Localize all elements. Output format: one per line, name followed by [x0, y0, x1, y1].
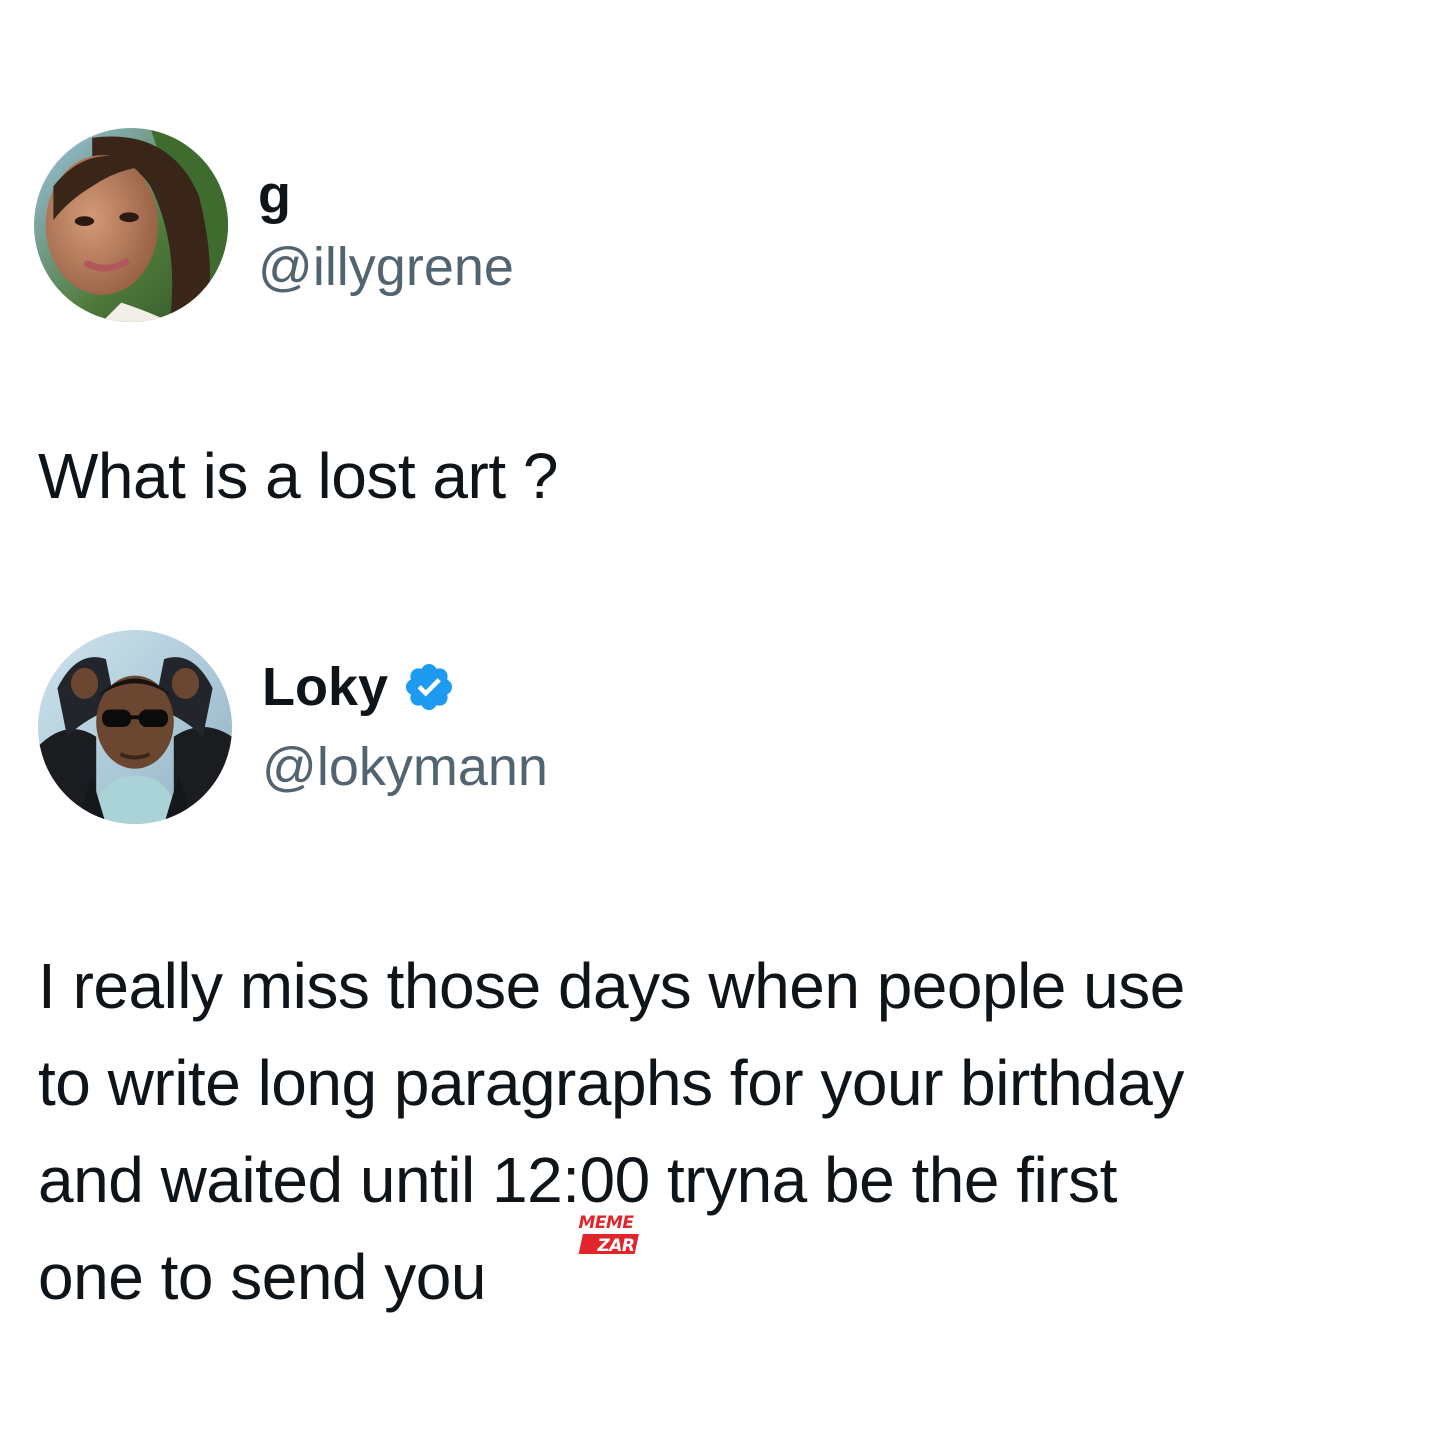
avatar[interactable] — [34, 128, 228, 322]
profile-photo-icon — [34, 128, 228, 322]
verified-badge-icon — [402, 660, 456, 714]
watermark-logo: MEME ZAR — [566, 1210, 648, 1258]
avatar[interactable] — [38, 630, 232, 824]
tweet-text-line: I really miss those days when people use — [38, 950, 1185, 1022]
tweet-text: I really miss those days when people use… — [38, 938, 1185, 1326]
user-handle[interactable]: @illygrene — [258, 240, 514, 294]
svg-text:ZAR: ZAR — [596, 1236, 634, 1256]
tweet-text-line: to write long paragraphs for your birthd… — [38, 1047, 1184, 1119]
profile-photo-icon — [38, 630, 232, 824]
display-name-text: Loky — [262, 657, 389, 717]
tweet-text: What is a lost art ? — [38, 440, 558, 512]
display-name-text: g — [258, 165, 291, 225]
svg-text:MEME: MEME — [578, 1213, 634, 1233]
memezar-logo-icon: MEME ZAR — [578, 1213, 639, 1256]
tweet-text-line: What is a lost art ? — [38, 440, 558, 512]
display-name[interactable]: Loky — [262, 660, 456, 714]
display-name[interactable]: g — [258, 168, 291, 222]
user-handle[interactable]: @lokymann — [262, 740, 548, 794]
